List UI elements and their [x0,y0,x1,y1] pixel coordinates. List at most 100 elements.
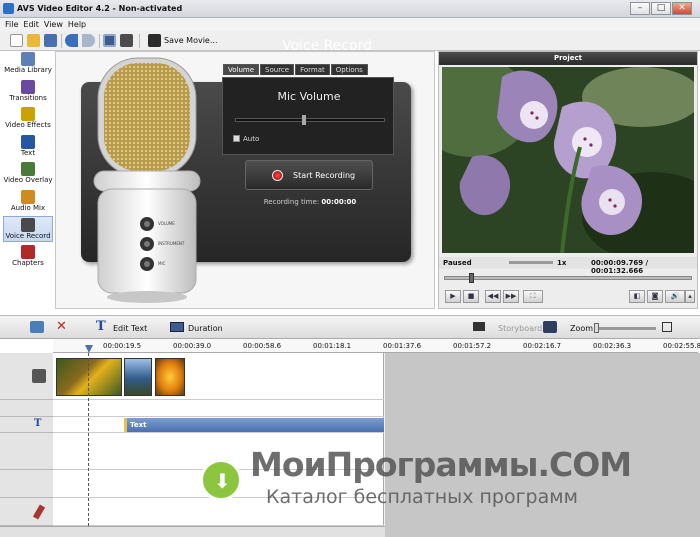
fullscreen-button[interactable]: ⛶ [523,290,543,303]
effects-track-header [0,433,53,470]
ruler-tick-label: 00:01:37.6 [383,342,422,350]
start-recording-button[interactable]: Start Recording [245,160,373,190]
mic-label-mic: MIC [158,261,166,266]
stop-button[interactable]: ■ [463,290,479,303]
chapters-icon [21,244,35,259]
previous-frame-button[interactable]: ◀◀ [485,290,501,303]
zoom-slider-thumb[interactable] [594,323,599,333]
media-library-icon [21,52,35,66]
mic-label-instrument: INSTRUMENT [158,241,185,246]
zoom-label: Zoom: [570,324,596,333]
close-button[interactable]: ✕ [672,2,692,15]
volume-dropdown[interactable]: ▴ [685,290,695,303]
title-bar: AVS Video Editor 4.2 - Non-activated – □… [0,0,700,18]
ruler-tick-label: 00:00:39.0 [173,342,212,350]
playhead-marker[interactable] [85,345,93,353]
edit-text-button[interactable]: Edit Text [113,324,147,333]
tab-volume[interactable]: Volume [223,64,260,75]
save-movie-icon[interactable] [148,34,161,47]
video-track [53,353,384,400]
minimize-button[interactable]: – [630,2,650,15]
menu-edit[interactable]: Edit [23,20,39,29]
video-clip-landscape[interactable] [124,358,152,396]
edit-text-icon: T [96,319,106,334]
ruler-tick-label: 00:01:57.2 [453,342,492,350]
video-clip-flower[interactable] [155,358,185,396]
seek-bar[interactable] [444,273,692,283]
stop-icon[interactable] [473,322,485,331]
ruler-tick-label: 00:02:36.3 [593,342,632,350]
zoom-slider[interactable] [594,323,656,333]
menu-bar: File Edit View Help [0,18,700,31]
fit-timeline-icon[interactable] [662,322,672,332]
voice-track-mic-icon [32,504,46,520]
mic-volume-label: Mic Volume [277,90,341,103]
auto-checkbox[interactable] [233,135,240,142]
sidebar-item-media-library[interactable]: Media Library [3,51,53,77]
playback-speed: 1x [557,259,567,267]
open-folder-icon[interactable] [27,34,40,47]
ruler-tick-label: 00:00:19.5 [103,342,142,350]
auto-label: Auto [243,135,260,143]
menu-help[interactable]: Help [68,20,86,29]
timeline-ruler[interactable]: 00:00:19.5 00:00:39.0 00:00:58.6 00:01:18.1… [53,339,700,353]
tab-options[interactable]: Options [330,64,368,75]
seek-thumb[interactable] [469,273,475,283]
menu-view[interactable]: View [44,20,63,29]
playhead-line [88,353,89,526]
menu-file[interactable]: File [5,20,18,29]
voice-track-header [0,498,53,526]
microphone-icon: VOLUME INSTRUMENT MIC [93,57,201,303]
microphone-icon [21,218,35,232]
speed-slider[interactable] [509,261,553,264]
timeline-scrollbar[interactable] [0,526,385,537]
maximize-button[interactable]: □ [651,2,671,15]
save-icon[interactable] [44,34,57,47]
play-button[interactable]: ▶ [445,290,461,303]
mic-volume-slider[interactable] [235,115,385,125]
ruler-tick-label: 00:02:16.7 [523,342,562,350]
playback-time: 00:00:09.769 / 00:01:32.666 [591,259,649,275]
overlay-track-header [0,400,53,417]
undo-icon[interactable] [65,34,78,47]
storyboard-view-icon[interactable] [120,34,133,47]
volume-tab-pane: Mic Volume Auto [222,77,394,155]
sidebar-item-video-effects[interactable]: Video Effects [3,106,53,132]
volume-button[interactable]: 🔊 [665,290,685,303]
preview-panel: Project Paused 1x 00:00:09.769 / 00:01:3… [438,51,698,309]
storyboard-button[interactable]: Storyboard [498,324,542,333]
redo-icon[interactable] [82,34,95,47]
save-movie-button[interactable]: Save Movie... [164,36,217,45]
add-object-icon[interactable] [30,321,44,333]
video-clip-sunflower[interactable] [56,358,122,396]
download-icon: ⬇ [200,459,242,501]
tab-format[interactable]: Format [295,64,330,75]
video-preview[interactable] [442,67,694,253]
sidebar-item-chapters[interactable]: Chapters [3,244,53,270]
text-track-header: T [0,417,53,433]
sidebar-item-label: Video Effects [5,121,51,129]
sidebar-item-label: Media Library [4,66,52,74]
tab-source[interactable]: Source [260,64,295,75]
delete-icon[interactable]: ✕ [56,319,67,334]
voice-track-icon[interactable] [543,321,557,333]
sidebar-item-voice-record[interactable]: Voice Record [3,216,53,242]
mic-volume-slider-thumb[interactable] [301,115,306,125]
sidebar-item-audio-mix[interactable]: Audio Mix [3,189,53,215]
next-frame-button[interactable]: ▶▶ [503,290,519,303]
sidebar-item-transitions[interactable]: Transitions [3,79,53,105]
sidebar-item-text[interactable]: Text [3,134,53,160]
sidebar-item-label: Transitions [9,93,47,102]
sidebar-item-video-overlay[interactable]: Video Overlay [3,161,53,187]
snapshot-button[interactable]: ◧ [629,290,645,303]
camera-icon[interactable]: ◙ [647,290,663,303]
timeline-view-icon[interactable] [103,34,116,47]
start-recording-label: Start Recording [293,171,356,180]
text-clip[interactable]: Text [124,418,384,432]
video-track-header [0,353,53,400]
mic-label-volume: VOLUME [158,221,175,226]
watermark-subtitle: Каталог бесплатных программ [266,486,578,508]
sidebar: Media Library Transitions Video Effects Tex… [3,51,53,309]
duration-button[interactable]: Duration [188,324,223,333]
new-project-icon[interactable] [10,34,23,47]
